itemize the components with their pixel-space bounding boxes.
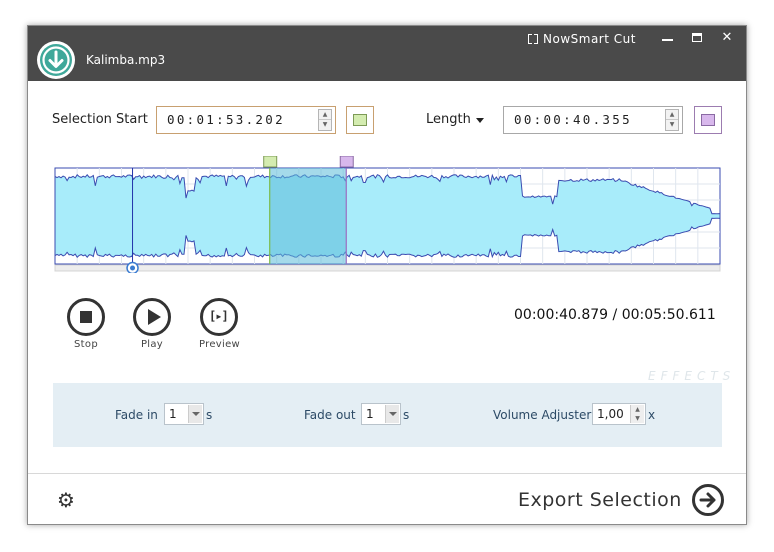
volume-unit: x	[648, 408, 656, 422]
time-separator: /	[612, 307, 618, 323]
spin-up-icon[interactable]: ▲	[666, 110, 678, 120]
stop-button[interactable]: Stop	[66, 298, 106, 350]
selection-end-handle	[339, 156, 354, 168]
playhead-handle-dot	[130, 265, 136, 271]
fade-out-label: Fade out	[304, 408, 356, 422]
spin-down-icon[interactable]: ▼	[319, 120, 331, 130]
total-duration: 00:05:50.611	[621, 307, 716, 323]
length-value: 00:00:40.355	[514, 112, 632, 127]
brand-icon	[528, 34, 538, 44]
gear-icon[interactable]: ⚙	[57, 490, 75, 510]
current-position: 00:00:40.879	[514, 307, 609, 323]
play-label: Play	[140, 339, 164, 350]
export-selection-button[interactable]: Export Selection	[518, 484, 724, 516]
effects-panel: EFFECTS Fade in 1 s Fade out 1 s Volume …	[53, 369, 730, 447]
arrow-right-icon	[691, 484, 724, 516]
selection-start-input[interactable]: 00:01:53.202 ▲ ▼	[156, 106, 336, 134]
minimize-button[interactable]	[654, 28, 680, 48]
preview-button[interactable]: [▸] Preview	[199, 298, 241, 350]
chevron-down-icon[interactable]	[385, 405, 399, 423]
app-brand: NowSmart Cut	[528, 32, 636, 46]
timeline-scrollbar	[54, 264, 721, 272]
preview-label: Preview	[199, 339, 241, 350]
selection-start-handle	[263, 156, 278, 168]
file-name: Kalimba.mp3	[86, 53, 166, 67]
length-input[interactable]: 00:00:40.355 ▲ ▼	[503, 106, 683, 134]
volume-adjuster-label: Volume Adjuster	[493, 408, 592, 422]
close-button[interactable]: ✕	[714, 28, 740, 48]
color-swatch-icon	[353, 114, 367, 126]
stop-icon	[67, 298, 105, 336]
maximize-button[interactable]	[684, 28, 710, 48]
app-window: Kalimba.mp3 NowSmart Cut ✕ Selection Sta…	[27, 25, 747, 525]
selection-start-value: 00:01:53.202	[167, 112, 285, 127]
length-dropdown[interactable]: Length	[426, 112, 484, 127]
fade-in-unit: s	[206, 408, 213, 422]
length-color-button[interactable]	[694, 106, 722, 134]
length-label: Length	[426, 112, 471, 127]
spin-down-icon[interactable]: ▼	[631, 414, 644, 423]
play-icon	[133, 298, 171, 336]
close-icon: ✕	[721, 30, 733, 45]
export-selection-label: Export Selection	[518, 489, 682, 511]
fade-out-select[interactable]: 1	[361, 403, 401, 425]
fade-out-value: 1	[366, 407, 374, 421]
spin-up-icon[interactable]: ▲	[631, 405, 644, 414]
title-bar[interactable]: Kalimba.mp3 NowSmart Cut ✕	[28, 26, 746, 81]
preview-icon: [▸]	[200, 298, 238, 336]
minimize-icon	[661, 38, 673, 41]
stop-label: Stop	[74, 339, 98, 350]
waveform-svg[interactable]	[53, 156, 722, 273]
selection-row: Selection Start 00:01:53.202 ▲ ▼ Length …	[28, 106, 746, 136]
volume-adjuster-input[interactable]: 1,00 ▲ ▼	[592, 403, 646, 425]
selection-start-color-button[interactable]	[346, 106, 374, 134]
footer-divider	[28, 473, 746, 474]
app-logo-download-icon	[37, 41, 75, 79]
length-spinner[interactable]: ▲ ▼	[665, 109, 679, 131]
effects-watermark: EFFECTS	[648, 369, 736, 383]
maximize-icon	[692, 33, 702, 42]
time-readout: 00:00:40.879 / 00:05:50.611	[514, 307, 716, 323]
selection-start-label: Selection Start	[52, 112, 148, 127]
volume-spinner[interactable]: ▲ ▼	[630, 405, 644, 423]
spin-down-icon[interactable]: ▼	[666, 120, 678, 130]
fade-in-value: 1	[169, 407, 177, 421]
selection-start-spinner[interactable]: ▲ ▼	[318, 109, 332, 131]
selection-region	[269, 168, 347, 264]
fade-out-unit: s	[403, 408, 410, 422]
play-button[interactable]: Play	[132, 298, 172, 350]
volume-adjuster-value: 1,00	[597, 407, 624, 421]
chevron-down-icon[interactable]	[188, 405, 202, 423]
brand-name: NowSmart Cut	[543, 32, 636, 46]
waveform-shape	[54, 173, 721, 259]
fade-in-label: Fade in	[115, 408, 158, 422]
spin-up-icon[interactable]: ▲	[319, 110, 331, 120]
fade-in-select[interactable]: 1	[164, 403, 204, 425]
waveform-editor[interactable]	[53, 156, 722, 273]
chevron-down-icon	[475, 118, 484, 123]
color-swatch-icon	[701, 114, 715, 126]
